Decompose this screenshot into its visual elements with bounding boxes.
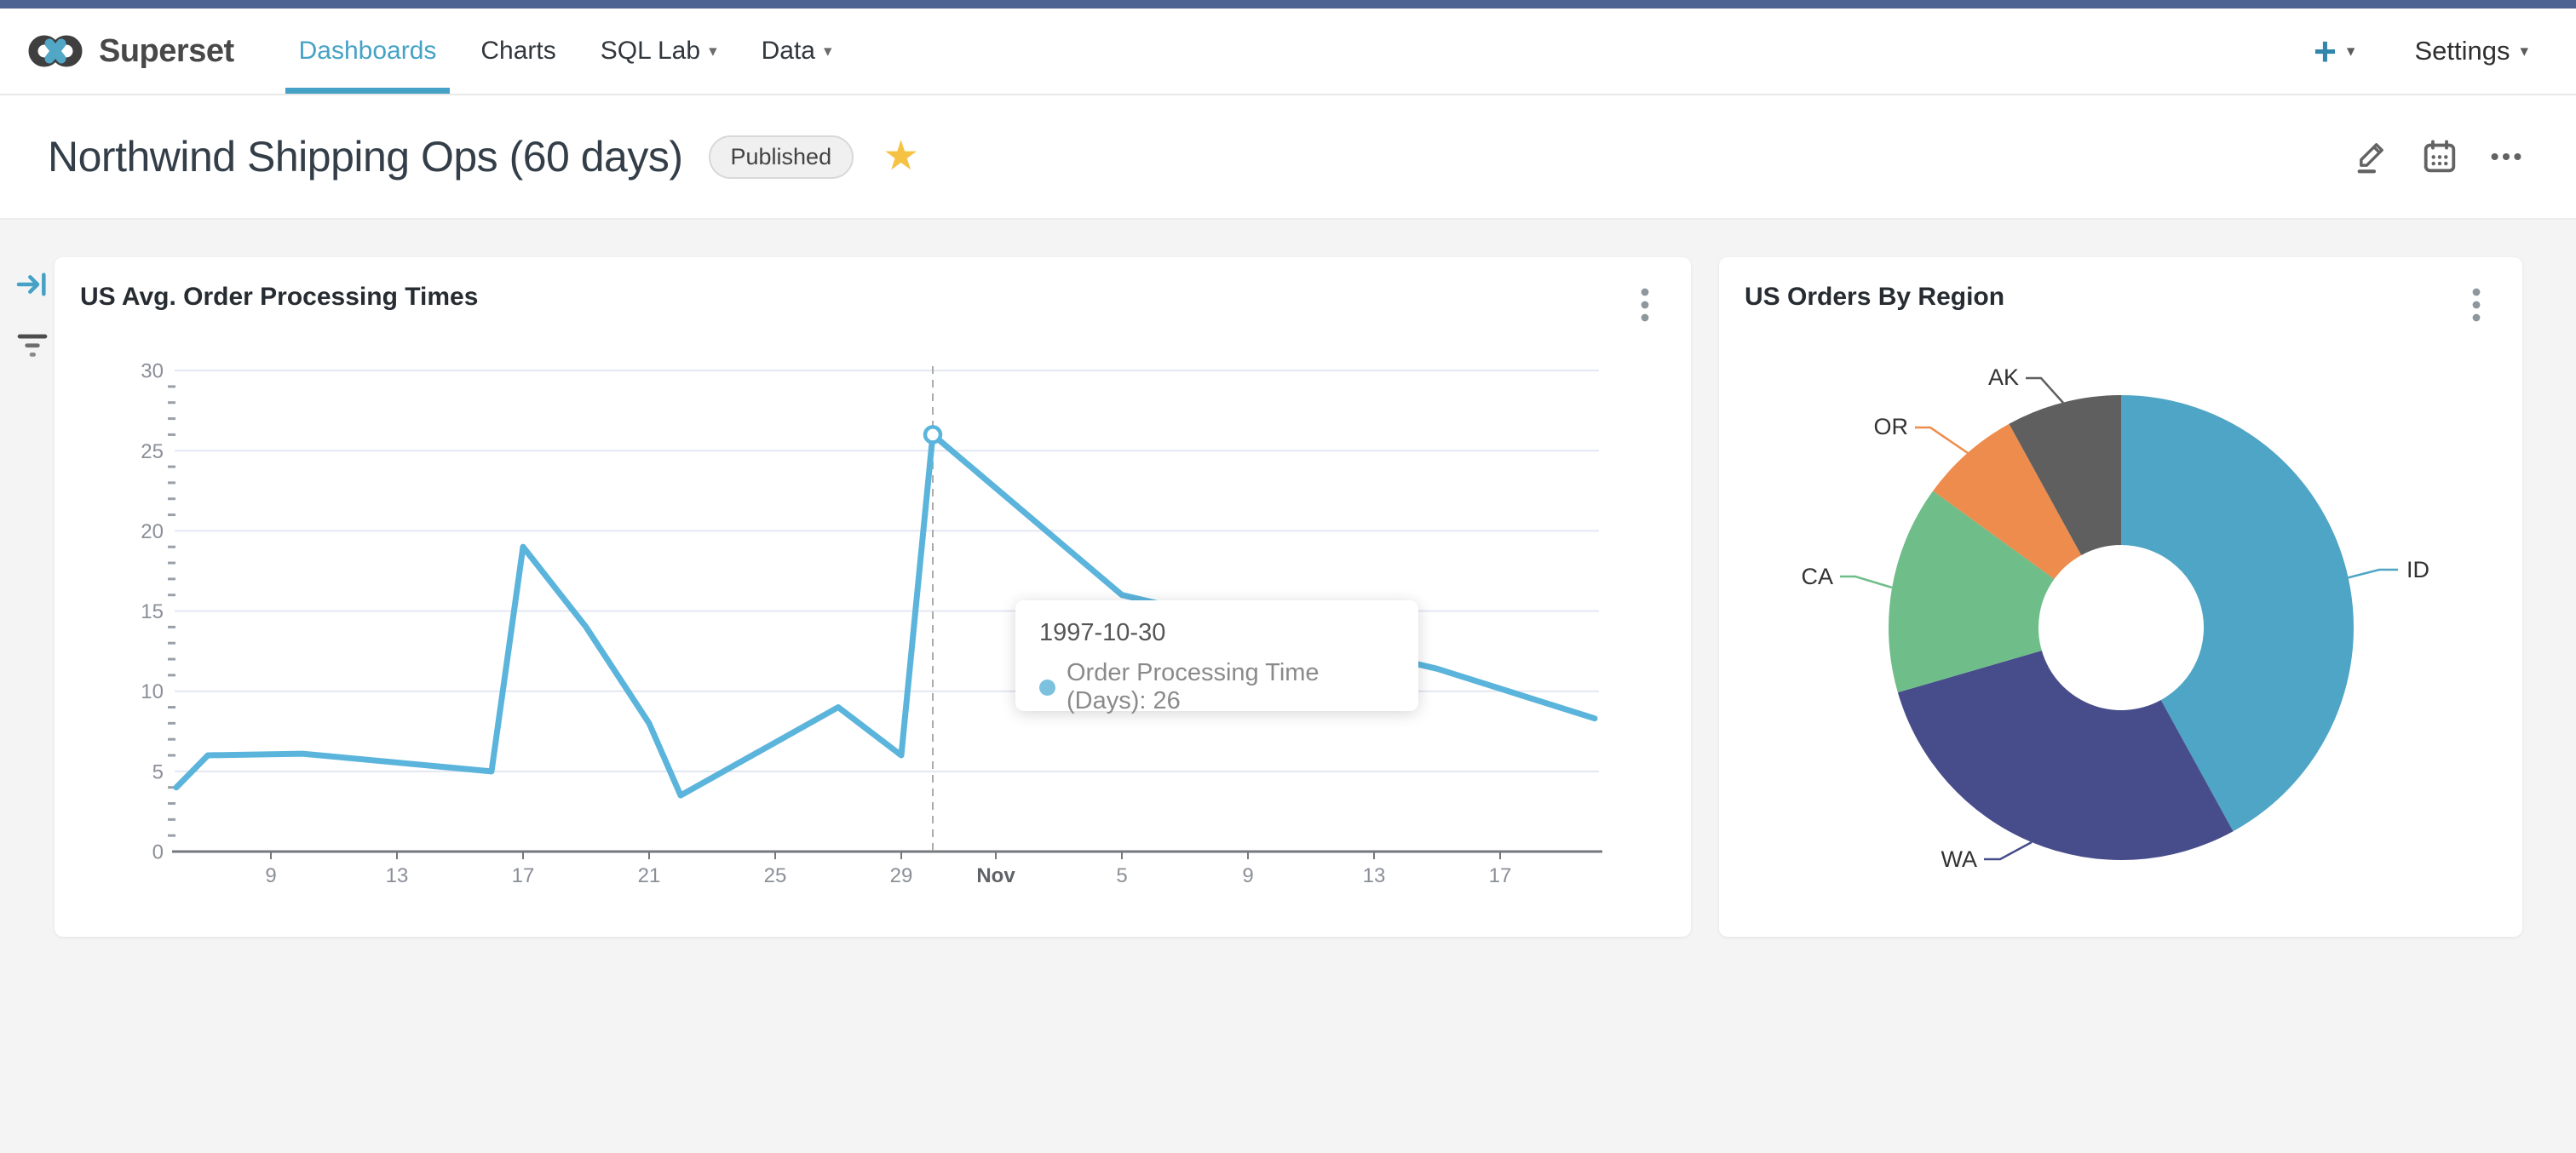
brand-name: Superset xyxy=(99,32,234,69)
chart-options-button[interactable] xyxy=(2459,286,2493,324)
nav-item-label: Dashboards xyxy=(298,37,437,65)
schedule-button[interactable] xyxy=(2418,135,2462,179)
chart-tooltip: 1997-10-30 Order Processing Time (Days):… xyxy=(1015,600,1418,714)
calendar-icon xyxy=(2424,140,2456,173)
tooltip-date: 1997-10-30 xyxy=(1039,619,1166,646)
pie-label-OR: OR xyxy=(1874,414,1909,439)
label-leader-line xyxy=(1984,840,2033,861)
arrow-to-bar-icon xyxy=(16,272,46,296)
label-leader-line xyxy=(1915,426,1969,455)
nav-items: Dashboards Charts SQL Lab ▾ Data ▾ xyxy=(277,9,854,94)
chevron-down-icon: ▾ xyxy=(709,42,717,60)
plus-icon: + xyxy=(2314,29,2337,73)
new-item-menu[interactable]: + ▾ xyxy=(2314,32,2355,71)
window-top-strip xyxy=(0,0,2576,9)
label-leader-line xyxy=(2026,376,2064,404)
x-axis-label: 5 xyxy=(1116,864,1127,887)
superset-logo[interactable]: Superset xyxy=(26,32,234,71)
edit-dashboard-button[interactable] xyxy=(2351,135,2395,179)
pie-label-WA: WA xyxy=(1941,846,1978,872)
kebab-icon xyxy=(2472,288,2481,322)
tooltip-value: Order Processing Time (Days): 26 xyxy=(1067,659,1320,714)
nav-item-label: Data xyxy=(761,37,815,65)
x-axis-label: 9 xyxy=(1242,864,1253,887)
filter-rail xyxy=(10,266,55,364)
chart-options-button[interactable] xyxy=(1628,286,1662,324)
y-axis-label: 25 xyxy=(141,440,164,463)
nav-item-label: SQL Lab xyxy=(600,37,701,65)
pie-label-AK: AK xyxy=(1988,364,2019,390)
line-chart: 0 5 10 15 20 25 30 9 13 17 21 25 29 Nov 5 9 13 17 xyxy=(141,360,1602,887)
nav-item-charts[interactable]: Charts xyxy=(458,9,578,94)
y-axis-label: 5 xyxy=(152,760,164,783)
expand-filter-bar-button[interactable] xyxy=(14,266,51,303)
highlighted-point[interactable] xyxy=(923,425,943,445)
y-axis-label: 20 xyxy=(141,520,164,543)
dashboard-header: Northwind Shipping Ops (60 days) Publish… xyxy=(0,95,2576,220)
favorite-star-icon[interactable]: ★ xyxy=(883,136,919,177)
filter-lines-icon xyxy=(17,334,48,357)
nav-item-sql-lab[interactable]: SQL Lab ▾ xyxy=(578,9,739,94)
x-axis-label: 21 xyxy=(638,864,661,887)
label-leader-line xyxy=(1840,575,1893,589)
pie-slice-WA[interactable] xyxy=(1897,651,2234,860)
pencil-icon xyxy=(2357,143,2383,174)
chart-card-orders-by-region: ID WA CA OR AK US Orders By Region xyxy=(1719,257,2522,937)
settings-menu[interactable]: Settings ▾ xyxy=(2414,36,2528,66)
x-axis-label: 25 xyxy=(764,864,787,887)
filter-icon[interactable] xyxy=(14,327,51,364)
infinity-logo-icon xyxy=(28,35,83,67)
x-axis-label: 17 xyxy=(1489,864,1512,887)
chevron-down-icon: ▾ xyxy=(823,42,832,60)
ellipsis-icon xyxy=(2491,152,2521,161)
chart-title: US Avg. Order Processing Times xyxy=(80,283,479,311)
series-color-dot xyxy=(1039,679,1055,696)
nav-item-dashboards[interactable]: Dashboards xyxy=(277,9,459,94)
navbar: Superset Dashboards Charts SQL Lab ▾ Data ▾ +… xyxy=(0,9,2576,95)
settings-label: Settings xyxy=(2414,36,2510,66)
y-axis-label: 30 xyxy=(141,360,164,383)
chart-card-order-processing: 0 5 10 15 20 25 30 9 13 17 21 25 29 Nov 5 9 13 17 US Avg.… xyxy=(55,257,1691,937)
chart-title: US Orders By Region xyxy=(1745,283,2005,311)
x-axis-label: 13 xyxy=(1363,864,1386,887)
chevron-down-icon: ▾ xyxy=(2346,42,2355,60)
y-axis-label: 10 xyxy=(141,680,164,703)
page-title: Northwind Shipping Ops (60 days) xyxy=(48,133,683,181)
more-actions-button[interactable] xyxy=(2484,135,2528,179)
nav-item-label: Charts xyxy=(480,37,556,65)
chevron-down-icon: ▾ xyxy=(2520,42,2528,60)
x-axis-label: 29 xyxy=(890,864,913,887)
published-badge: Published xyxy=(708,135,854,179)
x-axis-label: 13 xyxy=(386,864,409,887)
nav-item-data[interactable]: Data ▾ xyxy=(739,9,854,94)
donut-chart: ID WA CA OR AK xyxy=(1801,364,2429,872)
x-axis-label: Nov xyxy=(976,864,1015,887)
y-axis-label: 0 xyxy=(152,841,164,864)
pie-label-CA: CA xyxy=(1801,564,1833,589)
x-axis-label: 17 xyxy=(512,864,535,887)
pie-label-ID: ID xyxy=(2406,557,2429,582)
label-leader-line xyxy=(2345,568,2398,580)
x-axis-label: 9 xyxy=(265,864,276,887)
kebab-icon xyxy=(1641,288,1649,322)
y-axis-label: 15 xyxy=(141,600,164,623)
